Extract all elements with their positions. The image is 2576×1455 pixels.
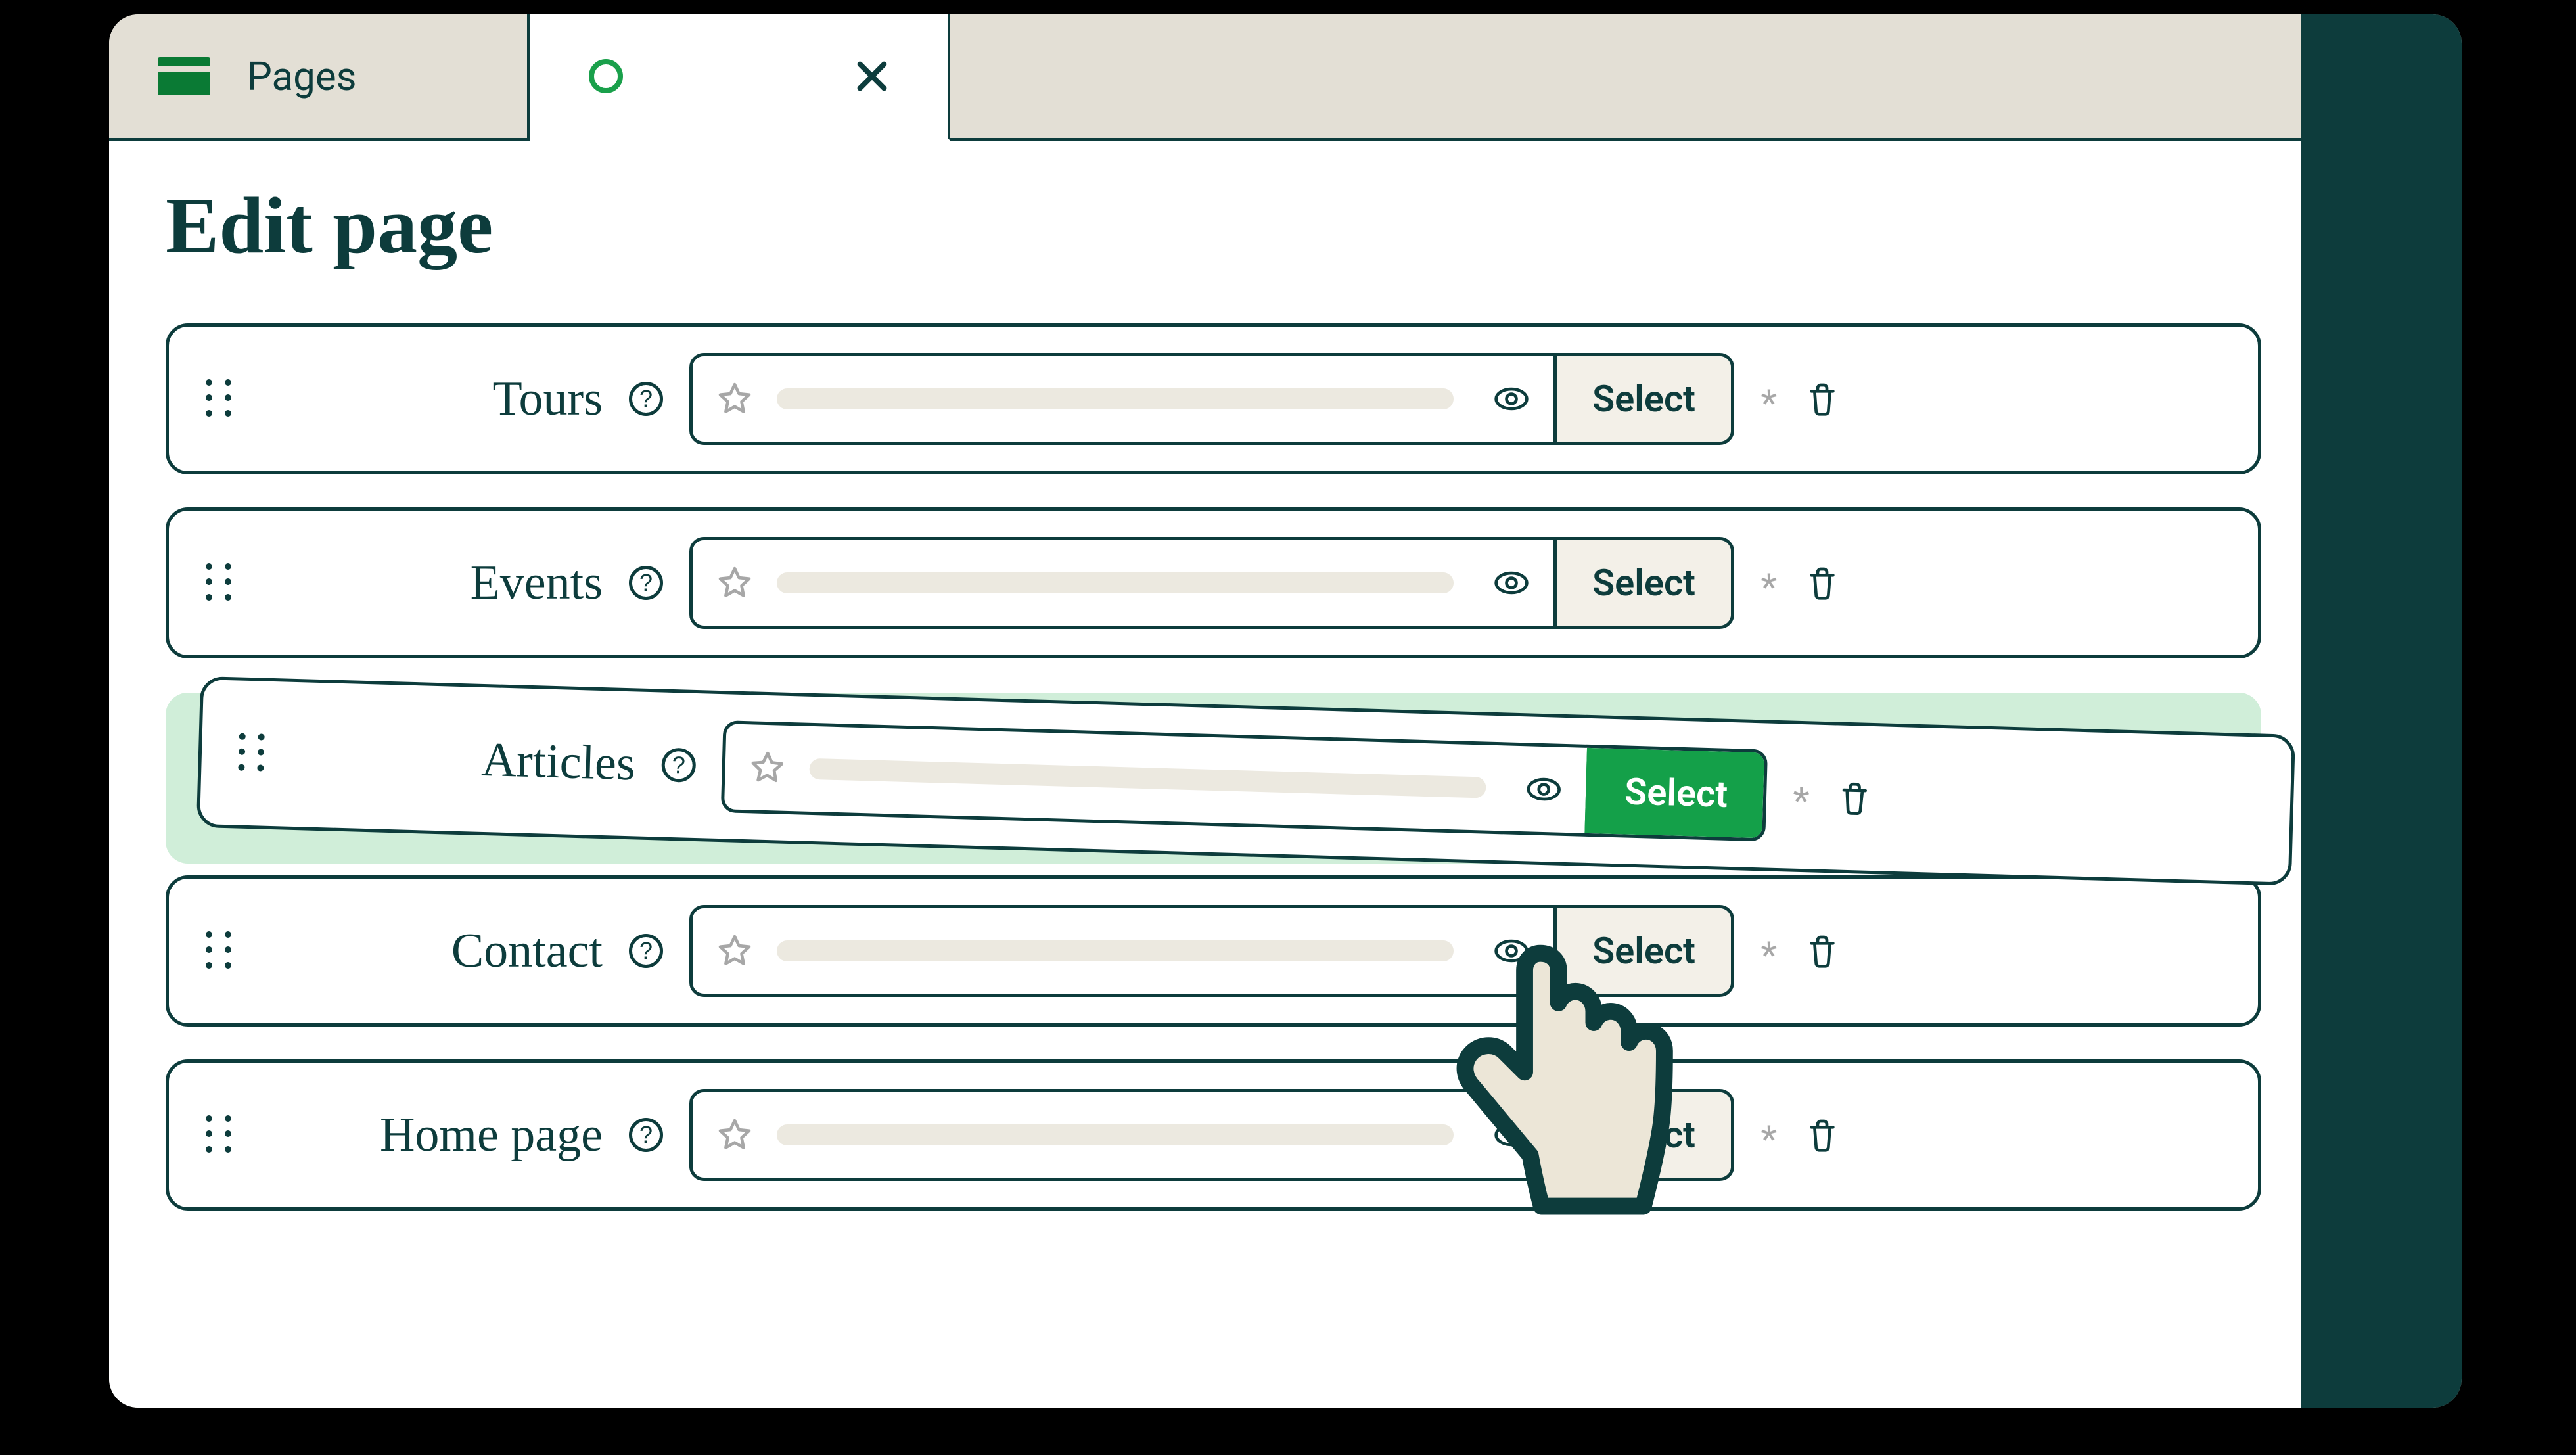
page-row[interactable]: Tours ? Select * <box>166 323 2261 474</box>
linked-item-chip[interactable]: Select <box>689 537 1734 629</box>
linked-item-placeholder <box>777 388 1454 409</box>
page-row-label: Home page <box>261 1107 603 1163</box>
right-docked-panel <box>2301 14 2462 1408</box>
linked-item-placeholder <box>809 758 1486 798</box>
pages-app-icon <box>158 57 210 95</box>
drag-handle-icon[interactable] <box>206 931 235 971</box>
select-button[interactable]: Select <box>1553 540 1731 626</box>
drag-handle-icon[interactable] <box>238 733 268 774</box>
page-row[interactable]: Home page ? Select * <box>166 1059 2261 1211</box>
page-list: Tours ? Select * Events ? Select * Artic… <box>166 323 2261 1211</box>
page-title: Edit page <box>166 180 2261 272</box>
tab-bar: Pages <box>109 14 2301 141</box>
linked-item-placeholder <box>777 940 1454 961</box>
page-row-label: Contact <box>261 923 603 979</box>
delete-icon[interactable] <box>1835 777 1874 819</box>
star-icon[interactable] <box>716 933 753 969</box>
visibility-icon[interactable] <box>1493 933 1530 969</box>
page-row[interactable]: Contact ? Select * <box>166 875 2261 1027</box>
tab-strip-remainder <box>950 14 2301 141</box>
app-window: Pages Edit page Tours ? Select * Events … <box>109 14 2462 1408</box>
required-asterisk-icon: * <box>1760 924 1778 978</box>
linked-item-placeholder <box>777 1124 1454 1145</box>
page-row[interactable]: Events ? Select * <box>166 507 2261 658</box>
help-icon[interactable]: ? <box>629 566 663 600</box>
linked-item-placeholder <box>777 572 1454 593</box>
drag-handle-icon[interactable] <box>206 379 235 419</box>
visibility-icon[interactable] <box>1525 770 1563 808</box>
required-asterisk-icon: * <box>1760 372 1778 426</box>
close-tab-icon[interactable] <box>856 60 888 93</box>
star-icon[interactable] <box>716 381 753 417</box>
page-row-label: Events <box>261 555 603 611</box>
tab-active-edit-page[interactable] <box>530 14 950 141</box>
tab-pages[interactable]: Pages <box>109 14 530 141</box>
help-icon[interactable]: ? <box>629 382 663 416</box>
help-icon[interactable]: ? <box>629 1118 663 1152</box>
delete-icon[interactable] <box>1804 931 1841 971</box>
linked-item-chip[interactable]: Select <box>721 720 1768 841</box>
select-button[interactable]: Select <box>1584 748 1764 838</box>
star-icon[interactable] <box>716 565 753 601</box>
required-asterisk-icon: * <box>1760 556 1778 610</box>
delete-icon[interactable] <box>1804 1115 1841 1155</box>
visibility-icon[interactable] <box>1493 381 1530 417</box>
delete-icon[interactable] <box>1804 563 1841 603</box>
visibility-icon[interactable] <box>1493 1117 1530 1153</box>
star-icon[interactable] <box>716 1117 753 1153</box>
select-button[interactable]: Select <box>1553 1092 1731 1178</box>
required-asterisk-icon: * <box>1792 770 1810 824</box>
linked-item-chip[interactable]: Select <box>689 353 1734 445</box>
help-icon[interactable]: ? <box>661 748 696 783</box>
page-row-label: Articles <box>293 726 636 791</box>
linked-item-chip[interactable]: Select <box>689 1089 1734 1181</box>
unsaved-indicator-icon <box>589 59 623 93</box>
delete-icon[interactable] <box>1804 379 1841 419</box>
linked-item-chip[interactable]: Select <box>689 905 1734 997</box>
select-button[interactable]: Select <box>1553 356 1731 442</box>
star-icon[interactable] <box>748 749 787 787</box>
drag-handle-icon[interactable] <box>206 1115 235 1155</box>
help-icon[interactable]: ? <box>629 934 663 968</box>
editor-panel: Edit page Tours ? Select * Events ? Sele… <box>109 141 2301 1408</box>
required-asterisk-icon: * <box>1760 1108 1778 1162</box>
drag-handle-icon[interactable] <box>206 563 235 603</box>
visibility-icon[interactable] <box>1493 565 1530 601</box>
tab-pages-label: Pages <box>247 53 357 100</box>
select-button[interactable]: Select <box>1553 908 1731 994</box>
page-row-label: Tours <box>261 371 603 427</box>
